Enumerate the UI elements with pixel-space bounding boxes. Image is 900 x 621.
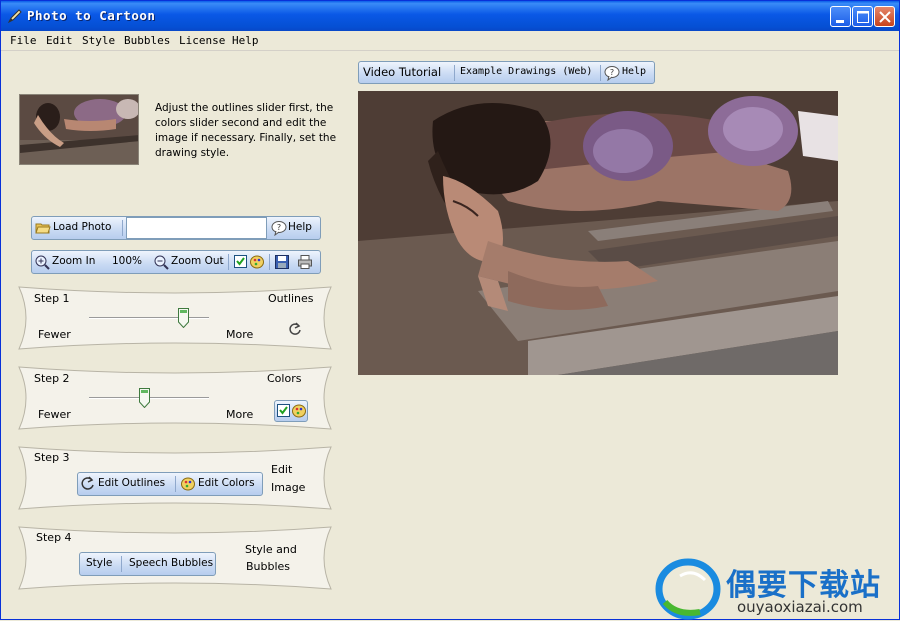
help-toolbar: Video Tutorial Example Drawings (Web) ? …: [358, 61, 655, 84]
step4-title-line1: Style and: [245, 543, 297, 556]
zoom-in-button[interactable]: Zoom In: [52, 255, 95, 267]
maximize-icon: [857, 11, 869, 23]
refresh-icon[interactable]: [288, 322, 302, 336]
video-tutorial-button[interactable]: Video Tutorial: [363, 65, 441, 79]
close-icon: [879, 11, 891, 23]
watermark-logo-icon: [655, 558, 721, 620]
step4-title-line2: Bubbles: [246, 560, 291, 573]
step2-label: Step 2: [34, 372, 70, 385]
zoom-out-button[interactable]: Zoom Out: [171, 255, 224, 267]
edit-outlines-button[interactable]: Edit Outlines: [98, 477, 165, 489]
step1-fewer-label: Fewer: [38, 328, 71, 341]
step3-title-line1: Edit: [271, 463, 293, 476]
outlines-slider-track[interactable]: [89, 317, 209, 319]
menu-bubbles[interactable]: Bubbles: [124, 34, 170, 47]
file-path-input[interactable]: [126, 217, 267, 239]
toolbar-separator: [121, 556, 122, 572]
step3-label: Step 3: [34, 451, 70, 464]
folder-icon: [35, 223, 51, 234]
svg-text:?: ?: [277, 223, 281, 232]
instructions-text: Adjust the outlines slider first, the co…: [155, 102, 337, 159]
toolbar-separator: [269, 254, 270, 270]
colors-options-toolbar: [274, 400, 308, 422]
palette-icon[interactable]: [291, 403, 307, 419]
app-window: Photo to Cartoon File Edit Style Bubbles…: [0, 0, 900, 620]
toolbar-separator: [175, 476, 176, 492]
menu-help[interactable]: Help: [232, 34, 259, 47]
style-button[interactable]: Style: [86, 557, 112, 569]
toolbar-separator: [600, 65, 601, 81]
title-bar[interactable]: Photo to Cartoon: [1, 1, 899, 31]
step3-panel: Step 3 Edit Outlines Edit Colors Edit Im…: [17, 445, 333, 511]
step4-panel: Step 4 Style Speech Bubbles Style and Bu…: [17, 525, 333, 591]
menu-style[interactable]: Style: [82, 34, 115, 47]
outlines-slider-thumb[interactable]: [178, 308, 190, 328]
checkbox-icon[interactable]: [276, 403, 292, 419]
menu-license[interactable]: License: [179, 34, 225, 47]
step2-fewer-label: Fewer: [38, 408, 71, 421]
minimize-button[interactable]: [830, 6, 851, 27]
step1-label: Step 1: [34, 292, 70, 305]
step2-more-label: More: [226, 408, 254, 421]
step1-title: Outlines: [268, 292, 314, 305]
step2-title: Colors: [267, 372, 302, 385]
zoom-toolbar: Zoom In 100% Zoom Out: [31, 250, 321, 274]
help-bubble-icon: ?: [271, 221, 287, 236]
toolbar-separator: [454, 65, 455, 81]
photo-thumbnail: [19, 94, 139, 165]
edit-colors-button[interactable]: Edit Colors: [198, 477, 255, 489]
print-icon[interactable]: [297, 254, 313, 270]
speech-bubbles-button[interactable]: Speech Bubbles: [129, 557, 213, 569]
colors-slider-thumb[interactable]: [138, 388, 150, 408]
zoom-out-icon: [154, 255, 169, 270]
checkbox-icon[interactable]: [233, 254, 249, 270]
toolbar-separator: [122, 220, 123, 236]
toolbar-separator: [228, 254, 229, 270]
edit-outlines-icon: [81, 476, 94, 490]
menu-edit[interactable]: Edit: [46, 34, 73, 47]
watermark-url: ouyaoxiazai.com: [737, 598, 863, 616]
window-title: Photo to Cartoon: [27, 8, 156, 23]
edit-colors-icon: [181, 477, 195, 491]
step4-label: Step 4: [36, 531, 72, 544]
palette-icon[interactable]: [249, 254, 265, 270]
minimize-icon: [836, 20, 844, 23]
load-photo-button[interactable]: Load Photo: [53, 221, 111, 233]
style-toolbar: Style Speech Bubbles: [79, 552, 216, 576]
help-button[interactable]: Help: [622, 66, 646, 77]
menu-bar: File Edit Style Bubbles License Help: [1, 31, 899, 51]
zoom-in-icon: [35, 255, 50, 270]
maximize-button[interactable]: [852, 6, 873, 27]
pencil-icon: [7, 9, 22, 24]
step2-panel: Step 2 Colors Fewer More: [17, 365, 333, 431]
step1-panel: Step 1 Outlines Fewer More: [17, 285, 333, 351]
menu-file[interactable]: File: [10, 34, 37, 47]
load-help-button[interactable]: Help: [288, 221, 312, 233]
example-drawings-button[interactable]: Example Drawings (Web): [460, 66, 592, 77]
svg-text:?: ?: [610, 68, 614, 77]
save-icon[interactable]: [274, 254, 290, 270]
cartoon-preview-image: [358, 91, 838, 375]
step1-more-label: More: [226, 328, 254, 341]
step3-title-line2: Image: [271, 481, 306, 494]
edit-toolbar: Edit Outlines Edit Colors: [77, 472, 263, 496]
close-button[interactable]: [874, 6, 895, 27]
site-watermark: 偶要下载站 ouyaoxiazai.com: [651, 556, 900, 621]
help-bubble-icon: ?: [604, 66, 620, 81]
zoom-level: 100%: [112, 255, 143, 267]
